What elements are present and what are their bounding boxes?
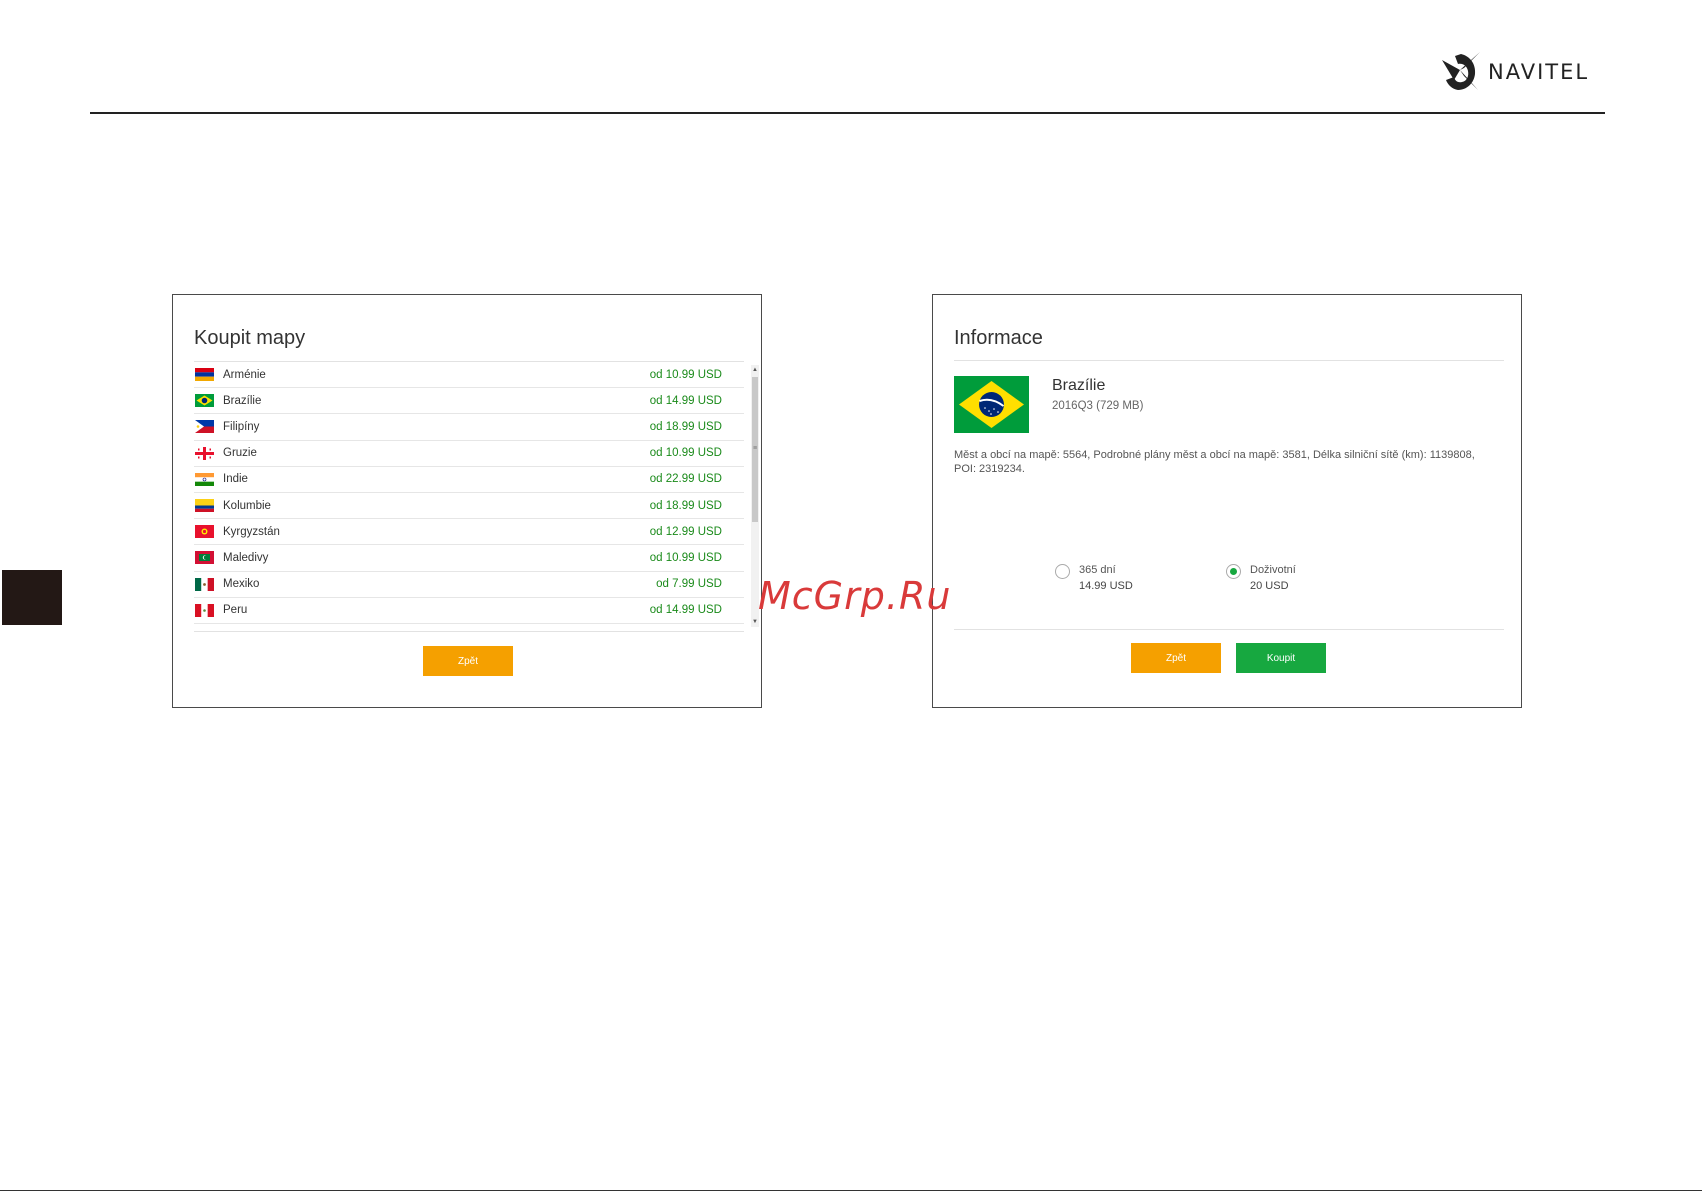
brand-name: NAVITEL <box>1488 60 1590 84</box>
country-price: od 7.99 USD <box>656 578 722 591</box>
map-list-item[interactable]: Peru od 14.99 USD <box>194 598 744 624</box>
country-name: Gruzie <box>223 447 257 460</box>
brazil-flag-icon <box>954 376 1029 433</box>
back-button[interactable]: Zpět <box>1131 643 1221 673</box>
map-list-item[interactable]: Brazílie od 14.99 USD <box>194 388 744 415</box>
radio-lifetime[interactable] <box>1226 564 1241 579</box>
map-list-item[interactable]: Gruzie od 10.99 USD <box>194 441 744 467</box>
country-price: od 14.99 USD <box>649 604 722 617</box>
info-panel: Informace Brazílie 2016Q3 (729 MB) Měst … <box>932 294 1522 708</box>
georgia-flag-icon <box>195 446 214 460</box>
radio-365-days[interactable] <box>1055 564 1070 579</box>
option-price: 20 USD <box>1250 580 1289 592</box>
buy-maps-title: Koupit mapy <box>194 327 306 349</box>
selected-country-name: Brazílie <box>1052 377 1106 394</box>
country-name: Peru <box>223 604 248 617</box>
country-price: od 10.99 USD <box>649 368 722 381</box>
map-list-item[interactable]: Mexiko od 7.99 USD <box>194 572 744 598</box>
map-description: Měst a obcí na mapě: 5564, Podrobné plán… <box>954 449 1475 475</box>
country-price: od 10.99 USD <box>649 447 722 460</box>
map-list-item[interactable]: Indie od 22.99 USD <box>194 467 744 493</box>
peru-flag-icon <box>195 603 214 617</box>
buy-button[interactable]: Koupit <box>1236 643 1326 673</box>
option-label: 365 dní <box>1079 564 1116 576</box>
watermark-text: McGrp.Ru <box>758 574 952 618</box>
option-365-days[interactable]: 365 dní 14.99 USD <box>1055 562 1133 594</box>
map-list-item[interactable]: Maledivy od 10.99 USD <box>194 545 744 572</box>
map-list-item[interactable]: Filipíny od 18.99 USD <box>194 414 744 441</box>
country-name: Kolumbie <box>223 499 271 512</box>
country-price: od 22.99 USD <box>649 473 722 486</box>
country-name: Arménie <box>223 368 266 381</box>
buy-maps-panel: Koupit mapy Arménie od 10.99 USD Brazíli… <box>172 294 762 708</box>
mexico-flag-icon <box>195 577 214 591</box>
footer-divider <box>0 1190 1702 1191</box>
section-tab-marker <box>2 570 62 625</box>
country-name: Kyrgyzstán <box>223 525 280 538</box>
colombia-flag-icon <box>195 499 214 513</box>
brazil-flag-icon <box>195 394 214 408</box>
country-price: od 18.99 USD <box>649 499 722 512</box>
map-list-item[interactable]: Kyrgyzstán od 12.99 USD <box>194 519 744 546</box>
options-divider <box>954 629 1504 630</box>
map-list: Arménie od 10.99 USD Brazílie od 14.99 U… <box>194 362 744 628</box>
armenia-flag-icon <box>195 368 214 382</box>
country-price: od 12.99 USD <box>649 525 722 538</box>
country-name: Brazílie <box>223 394 262 407</box>
title-divider <box>954 360 1504 361</box>
back-button[interactable]: Zpět <box>423 646 513 676</box>
info-title: Informace <box>954 327 1043 349</box>
maldives-flag-icon <box>195 551 214 565</box>
list-bottom-divider <box>194 631 744 632</box>
scroll-down-icon[interactable]: ▼ <box>751 617 759 627</box>
compass-icon <box>1442 52 1480 90</box>
option-lifetime[interactable]: Doživotní 20 USD <box>1226 562 1296 594</box>
kyrgyzstan-flag-icon <box>195 525 214 539</box>
country-price: od 10.99 USD <box>649 551 722 564</box>
india-flag-icon <box>195 472 214 486</box>
map-version: 2016Q3 (729 MB) <box>1052 400 1144 412</box>
country-name: Filipíny <box>223 420 260 433</box>
country-name: Mexiko <box>223 578 260 591</box>
country-name: Maledivy <box>223 551 269 564</box>
scroll-up-icon[interactable]: ▲ <box>751 365 759 375</box>
country-price: od 14.99 USD <box>649 394 722 407</box>
country-price: od 18.99 USD <box>649 420 722 433</box>
navitel-logo: NAVITEL <box>1440 48 1610 96</box>
header-divider <box>90 112 1605 114</box>
map-list-item[interactable]: Arménie od 10.99 USD <box>194 362 744 389</box>
scrollbar-grip-icon: ≡ <box>752 445 758 452</box>
country-name: Indie <box>223 473 248 486</box>
option-label: Doživotní <box>1250 564 1296 576</box>
option-price: 14.99 USD <box>1079 580 1133 592</box>
map-list-item[interactable]: Kolumbie od 18.99 USD <box>194 493 744 520</box>
philippines-flag-icon <box>195 420 214 434</box>
